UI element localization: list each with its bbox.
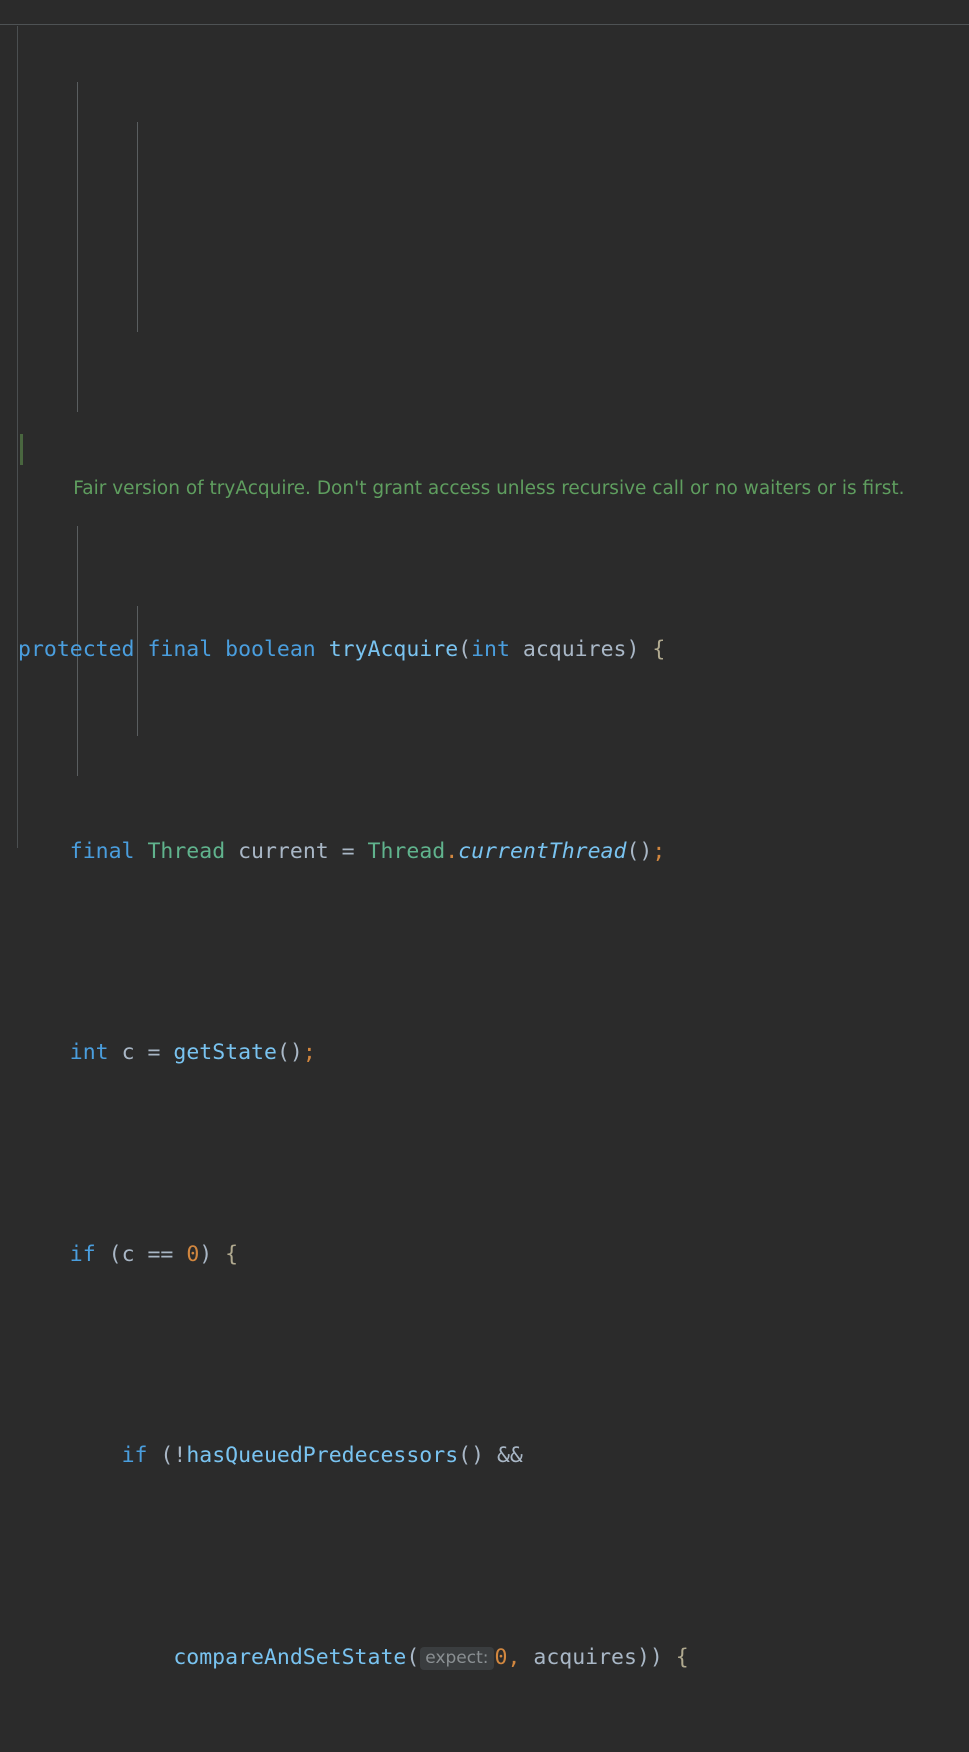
indent-guide bbox=[137, 606, 138, 736]
token-paren: ) bbox=[626, 637, 640, 663]
token-brace: { bbox=[652, 637, 666, 663]
token-operator-not: ! bbox=[173, 1443, 187, 1469]
token-keyword: int bbox=[69, 1040, 109, 1066]
editor-top-strip bbox=[0, 0, 969, 25]
token-paren: () bbox=[458, 1443, 485, 1469]
indent-guide bbox=[77, 82, 78, 412]
token-variable: c bbox=[121, 1040, 135, 1066]
token-paren: )) bbox=[636, 1644, 663, 1670]
token-variable: current bbox=[238, 838, 329, 864]
token-keyword: if bbox=[69, 1241, 96, 1267]
token-paren: ( bbox=[406, 1644, 420, 1670]
code-editor[interactable]: Fair version of tryAcquire. Don't grant … bbox=[0, 0, 969, 1670]
token-paren: ( bbox=[160, 1443, 174, 1469]
token-dot: . bbox=[445, 838, 459, 864]
token-paren: () bbox=[276, 1040, 303, 1066]
doc-comment-line: Fair version of tryAcquire. Don't grant … bbox=[0, 429, 969, 499]
token-keyword: final bbox=[69, 838, 135, 864]
token-operator: = bbox=[328, 838, 368, 864]
token-paren: () bbox=[626, 838, 653, 864]
comment-accent-bar bbox=[20, 433, 23, 465]
inlay-hint-expect[interactable]: expect: bbox=[420, 1646, 494, 1670]
code-line[interactable]: if (c == 0) { bbox=[0, 1235, 969, 1275]
code-line[interactable]: protected final boolean tryAcquire(int a… bbox=[0, 630, 969, 670]
token-keyword: final bbox=[147, 637, 213, 663]
code-line[interactable]: final Thread current = Thread.currentThr… bbox=[0, 832, 969, 872]
token-type: Thread bbox=[147, 838, 226, 864]
token-variable: acquires bbox=[522, 637, 627, 663]
code-line[interactable]: compareAndSetState(expect: 0, acquires)) … bbox=[0, 1638, 969, 1678]
token-semicolon: ; bbox=[302, 1040, 316, 1066]
token-comma: , bbox=[507, 1644, 521, 1670]
token-variable: acquires bbox=[533, 1644, 637, 1670]
token-method-call: getState bbox=[173, 1040, 277, 1066]
indent-guide bbox=[137, 122, 138, 332]
token-number: 0 bbox=[186, 1241, 200, 1267]
token-paren: ( bbox=[458, 637, 472, 663]
token-brace: { bbox=[225, 1241, 239, 1267]
token-keyword: int bbox=[471, 637, 510, 663]
token-semicolon: ; bbox=[652, 838, 666, 864]
doc-comment-text: Fair version of tryAcquire. Don't grant … bbox=[73, 477, 905, 499]
token-type: Thread bbox=[367, 838, 446, 864]
token-static-method: currentThread bbox=[458, 838, 627, 864]
token-keyword: boolean bbox=[225, 637, 316, 663]
token-operator: && bbox=[484, 1443, 523, 1469]
token-paren: ) bbox=[199, 1241, 213, 1267]
token-method-name: tryAcquire bbox=[328, 637, 459, 663]
token-operator: == bbox=[134, 1241, 187, 1267]
code-line[interactable]: int c = getState(); bbox=[0, 1033, 969, 1073]
token-operator: = bbox=[134, 1040, 174, 1066]
token-keyword: protected bbox=[18, 637, 135, 663]
token-keyword: if bbox=[121, 1443, 148, 1469]
token-number: 0 bbox=[494, 1644, 508, 1670]
token-paren: ( bbox=[108, 1241, 122, 1267]
code-content[interactable]: Fair version of tryAcquire. Don't grant … bbox=[0, 26, 969, 1670]
token-brace: { bbox=[675, 1644, 689, 1670]
token-method-call: compareAndSetState bbox=[173, 1644, 407, 1670]
token-variable: c bbox=[121, 1241, 135, 1267]
code-line[interactable]: if (!hasQueuedPredecessors() && bbox=[0, 1436, 969, 1476]
token-method-call: hasQueuedPredecessors bbox=[186, 1443, 459, 1469]
